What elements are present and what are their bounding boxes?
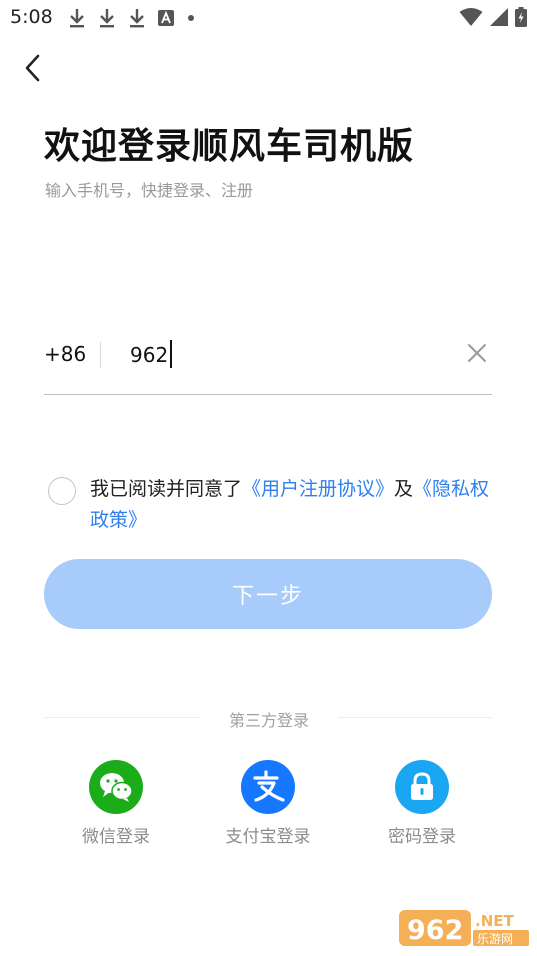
- agreement-prefix: 我已阅读并同意了: [90, 478, 243, 500]
- phone-input-row: +86: [44, 332, 492, 395]
- download-icon: [130, 9, 144, 28]
- clear-button[interactable]: [464, 340, 490, 366]
- page-subtitle: 输入手机号，快捷登录、注册: [45, 181, 254, 200]
- agreement-checkbox[interactable]: [48, 477, 76, 505]
- font-icon: [158, 10, 174, 26]
- next-button[interactable]: 下一步: [44, 559, 492, 629]
- signal-icon: [490, 8, 508, 26]
- third-party-label: 第三方登录: [228, 711, 309, 730]
- country-code-divider: [100, 342, 101, 368]
- download-icon: [100, 9, 114, 28]
- status-bar: 5:08: [0, 0, 537, 36]
- user-agreement-link[interactable]: 《用户注册协议》: [242, 478, 394, 500]
- svg-text:962: 962: [407, 915, 463, 946]
- dot-icon: [188, 15, 194, 21]
- text-caret: [170, 340, 172, 368]
- agreement-text: 我已阅读并同意了《用户注册协议》及《隐私权政策》: [90, 474, 492, 536]
- password-login-button[interactable]: 密码登录: [362, 760, 482, 847]
- divider-line: [338, 717, 492, 718]
- country-code[interactable]: +86: [44, 342, 86, 366]
- svg-text:乐游网: 乐游网: [477, 932, 513, 946]
- wechat-login-button[interactable]: 微信登录: [56, 760, 176, 847]
- battery-icon: [515, 7, 527, 27]
- alipay-login-label: 支付宝登录: [225, 827, 311, 847]
- back-button[interactable]: [14, 50, 50, 86]
- divider-line: [44, 717, 200, 718]
- phone-input[interactable]: [130, 340, 430, 370]
- svg-text:.NET: .NET: [475, 912, 514, 930]
- lock-icon: [395, 760, 449, 814]
- notification-icons: [68, 8, 196, 28]
- close-icon: [468, 344, 486, 362]
- status-time: 5:08: [10, 6, 53, 28]
- site-watermark-logo: 962 .NET 乐游网: [399, 906, 531, 950]
- alipay-icon: [241, 760, 295, 814]
- chevron-left-icon: [25, 54, 40, 82]
- wifi-icon: [459, 8, 483, 26]
- wechat-icon: [89, 760, 143, 814]
- alipay-login-button[interactable]: 支付宝登录: [208, 760, 328, 847]
- system-icons: [459, 7, 527, 27]
- page-title: 欢迎登录顺风车司机版: [44, 126, 415, 167]
- download-icon: [70, 9, 84, 28]
- wechat-login-label: 微信登录: [82, 827, 150, 847]
- password-login-label: 密码登录: [388, 827, 456, 847]
- agreement-joiner: 及: [394, 478, 414, 500]
